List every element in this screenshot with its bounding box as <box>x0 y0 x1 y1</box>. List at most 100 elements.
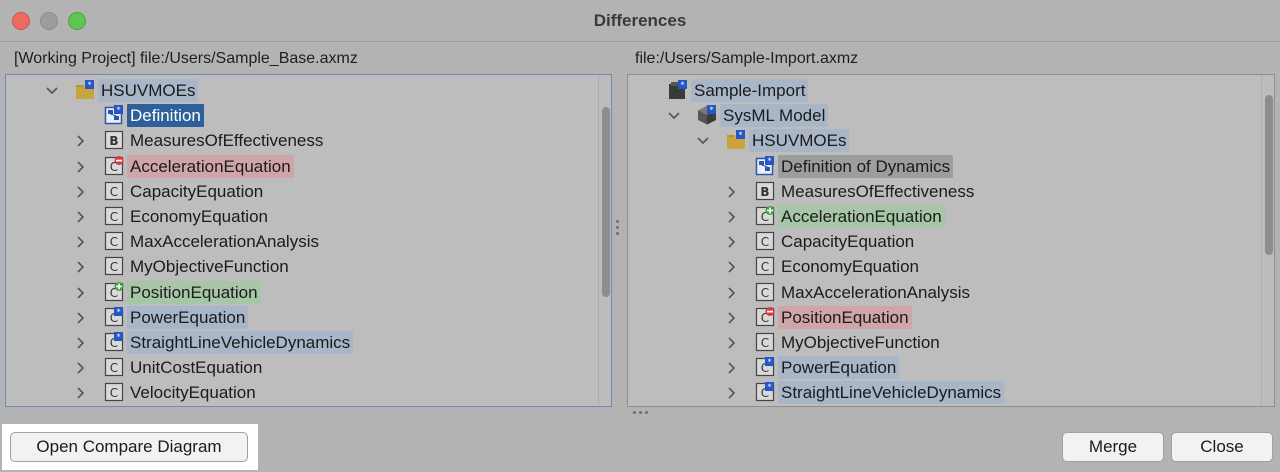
chevron-right-icon[interactable] <box>728 236 738 248</box>
model-icon: * <box>697 105 717 125</box>
right-tree-row-label: Sample-Import <box>691 79 809 102</box>
left-tree-row[interactable]: C EconomyEquation <box>6 204 586 229</box>
left-tree-row[interactable]: * Definition <box>6 103 586 128</box>
right-tree-row-label: MyObjectiveFunction <box>781 333 940 352</box>
chevron-right-icon[interactable] <box>728 287 738 299</box>
chevron-right-icon[interactable] <box>77 287 87 299</box>
svg-text:*: * <box>768 156 772 165</box>
right-tree-row[interactable]: C * PowerEquation <box>628 355 1208 380</box>
chevron-right-icon[interactable] <box>77 337 87 349</box>
left-tree-panel[interactable]: * HSUVMOEs * Definition B MeasuresOfEffective… <box>5 74 612 407</box>
right-tree-row[interactable]: C PositionEquation <box>628 305 1208 330</box>
chevron-right-icon[interactable] <box>728 337 738 349</box>
constraint-icon: C <box>755 282 775 302</box>
chevron-right-icon[interactable] <box>77 186 87 198</box>
left-tree-row[interactable]: C AccelerationEquation <box>6 154 586 179</box>
right-tree-row[interactable]: * HSUVMOEs <box>628 128 1208 153</box>
vertical-split-handle[interactable] <box>616 218 620 238</box>
left-tree-row-label: MyObjectiveFunction <box>130 257 289 277</box>
chevron-right-icon[interactable] <box>77 387 87 399</box>
left-tree-row-label: EconomyEquation <box>130 207 268 226</box>
right-tree-row[interactable]: * SysML Model <box>628 103 1208 128</box>
title-bar: Differences <box>0 0 1280 42</box>
left-tree-row-label: MaxAccelerationAnalysis <box>130 232 319 252</box>
chevron-down-icon[interactable] <box>668 112 680 122</box>
right-tree-row[interactable]: C MaxAccelerationAnalysis <box>628 280 1208 305</box>
close-button[interactable]: Close <box>1171 432 1273 462</box>
left-tree-row[interactable]: C CapacityEquation <box>6 179 586 204</box>
left-tree-row[interactable]: * HSUVMOEs <box>6 78 586 103</box>
diagram-icon: * <box>104 105 124 125</box>
right-tree-row[interactable]: * Definition of Dynamics <box>628 154 1208 179</box>
right-scrollbar-thumb[interactable] <box>1265 95 1273 255</box>
left-tree-row-label: PositionEquation <box>127 280 261 304</box>
left-tree-row-label: StraightLineVehicleDynamics <box>127 331 354 354</box>
chevron-right-icon[interactable] <box>77 161 87 173</box>
left-tree-row[interactable]: B MeasuresOfEffectiveness <box>6 128 586 153</box>
svg-text:C: C <box>110 361 118 375</box>
chevron-right-icon[interactable] <box>728 211 738 223</box>
right-tree-row-label: MaxAccelerationAnalysis <box>781 282 970 302</box>
right-tree-row[interactable]: C CapacityEquation <box>628 229 1208 254</box>
right-tree-row[interactable]: C MyObjectiveFunction <box>628 330 1208 355</box>
chevron-right-icon[interactable] <box>728 362 738 374</box>
chevron-right-icon[interactable] <box>728 312 738 324</box>
right-tree-row[interactable]: B MeasuresOfEffectiveness <box>628 179 1208 204</box>
chevron-right-icon[interactable] <box>77 362 87 374</box>
right-tree-row[interactable]: C EconomyEquation <box>628 254 1208 279</box>
chevron-right-icon[interactable] <box>77 312 87 324</box>
left-tree-row[interactable]: C * PowerEquation <box>6 305 586 330</box>
chevron-right-icon[interactable] <box>728 186 738 198</box>
right-tree-row[interactable]: * Sample-Import <box>628 78 1208 103</box>
svg-text:B: B <box>760 185 769 199</box>
right-tree-row-label: HSUVMOEs <box>749 129 850 153</box>
left-tree-row[interactable]: C MaxAccelerationAnalysis <box>6 229 586 254</box>
horizontal-split-handle[interactable] <box>631 411 651 415</box>
constraint-icon: C <box>104 181 124 201</box>
left-tree-row[interactable]: C UnitCostEquation <box>6 355 586 380</box>
chevron-right-icon[interactable] <box>728 387 738 399</box>
right-tree-row-label: Definition of Dynamics <box>778 154 954 178</box>
left-tree-row[interactable]: C * StraightLineVehicleDynamics <box>6 330 586 355</box>
right-tree-row[interactable]: C * StraightLineVehicleDynamics <box>628 380 1208 405</box>
open-compare-diagram-button[interactable]: Open Compare Diagram <box>10 432 248 462</box>
chevron-right-icon[interactable] <box>728 261 738 273</box>
right-tree-row-label: PositionEquation <box>778 305 912 329</box>
merge-button[interactable]: Merge <box>1062 432 1164 462</box>
chevron-right-icon[interactable] <box>77 211 87 223</box>
svg-text:*: * <box>681 81 685 90</box>
constraint-icon: C * <box>755 357 775 377</box>
right-tree-row-label: EconomyEquation <box>781 257 919 277</box>
block-icon: B <box>755 181 775 201</box>
svg-text:C: C <box>761 235 769 249</box>
left-scrollbar-thumb[interactable] <box>602 107 610 297</box>
left-tree-row[interactable]: C MyObjectiveFunction <box>6 254 586 279</box>
package-icon: * <box>75 80 95 100</box>
right-tree-row-label: PowerEquation <box>778 356 900 380</box>
chevron-down-icon[interactable] <box>46 87 58 97</box>
constraint-icon: C <box>755 231 775 251</box>
right-scrollbar[interactable] <box>1261 75 1274 406</box>
svg-text:C: C <box>110 260 118 274</box>
svg-text:C: C <box>110 210 118 224</box>
left-tree-row-label: PowerEquation <box>127 305 249 329</box>
constraint-icon: C * <box>755 382 775 402</box>
constraint-icon: C * <box>104 306 124 327</box>
left-tree-row-label: UnitCostEquation <box>130 358 263 378</box>
constraint-icon: C <box>755 332 775 352</box>
right-tree-panel[interactable]: * Sample-Import * SysML Model * HSUVMOEs * Defi… <box>627 74 1275 407</box>
chevron-right-icon[interactable] <box>77 135 87 147</box>
left-tree-row-label: Definition <box>127 104 204 128</box>
constraint-icon: C <box>104 231 124 251</box>
chevron-right-icon[interactable] <box>77 261 87 273</box>
svg-text:*: * <box>710 106 714 115</box>
chevron-down-icon[interactable] <box>697 137 709 147</box>
chevron-right-icon[interactable] <box>77 236 87 248</box>
svg-text:C: C <box>110 185 118 199</box>
left-tree-row[interactable]: C VelocityEquation <box>6 380 586 405</box>
left-tree-row[interactable]: C PositionEquation <box>6 280 586 305</box>
left-scrollbar[interactable] <box>598 75 611 406</box>
right-tree-row-label: MeasuresOfEffectiveness <box>781 181 975 201</box>
right-tree-row-label: StraightLineVehicleDynamics <box>778 381 1005 405</box>
right-tree-row[interactable]: C AccelerationEquation <box>628 204 1208 229</box>
